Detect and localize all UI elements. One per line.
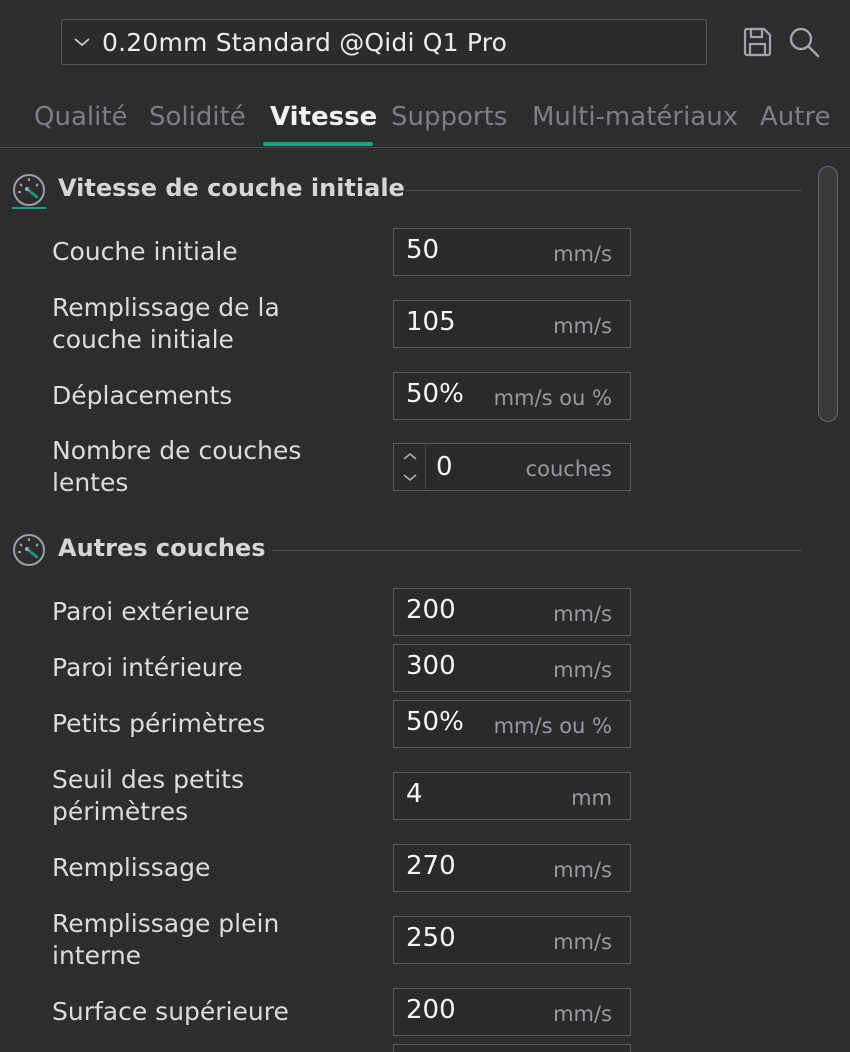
tab-bar: Qualité Solidité Vitesse Supports Multi-… [0, 96, 850, 148]
input-value[interactable]: 50% [406, 379, 464, 409]
search-icon[interactable] [786, 24, 822, 60]
top-bar: 0.20mm Standard @Qidi Q1 Pro Qualité Sol… [0, 0, 850, 148]
setting-input[interactable]: 50% mm/s ou % [393, 372, 631, 420]
setting-label: Remplissage [52, 853, 211, 882]
input-value[interactable]: 200 [406, 595, 456, 625]
setting-label: Paroi extérieure [52, 597, 250, 626]
section-title: Autres couches [58, 534, 266, 562]
setting-label: Remplissage plein interne [52, 909, 280, 970]
input-unit: couches [525, 457, 612, 481]
input-unit: mm/s [553, 658, 612, 682]
tab-solidite[interactable]: Solidité [149, 102, 246, 132]
setting-label: Déplacements [52, 381, 233, 410]
setting-input[interactable]: 250 mm/s [393, 916, 631, 964]
tab-vitesse[interactable]: Vitesse [270, 102, 377, 132]
tab-supports[interactable]: Supports [391, 102, 507, 132]
setting-input[interactable]: 200 mm/s [393, 988, 631, 1036]
setting-label: Surface supérieure [52, 997, 289, 1026]
section-divider [272, 550, 802, 551]
spinner [395, 445, 426, 489]
input-value[interactable]: 105 [406, 307, 456, 337]
setting-input[interactable]: 200 mm/s [393, 588, 631, 636]
section-title: Vitesse de couche initiale [58, 174, 405, 202]
setting-input[interactable]: 50 mm/s [393, 228, 631, 276]
preset-name: 0.20mm Standard @Qidi Q1 Pro [102, 27, 508, 57]
input-unit: mm/s [553, 314, 612, 338]
setting-label: Remplissage de la couche initiale [52, 293, 280, 354]
section-divider [406, 190, 802, 191]
input-value[interactable]: 250 [406, 923, 456, 953]
setting-input[interactable]: 50% mm/s ou % [393, 700, 631, 748]
input-value[interactable]: 50 [406, 235, 439, 265]
tab-multi-materiaux[interactable]: Multi-matériaux [532, 102, 738, 132]
input-value[interactable]: 4 [406, 779, 423, 809]
setting-label: Paroi intérieure [52, 653, 243, 682]
input-value[interactable]: 270 [406, 851, 456, 881]
preset-dropdown[interactable]: 0.20mm Standard @Qidi Q1 Pro [61, 19, 707, 65]
section-header-other-layers: Autres couches [0, 530, 812, 570]
setting-input[interactable]: 4 mm [393, 772, 631, 820]
setting-label: Nombre de couches lentes [52, 436, 302, 497]
chevron-down-icon[interactable] [62, 36, 102, 48]
input-unit: mm/s [553, 602, 612, 626]
scrollbar-thumb[interactable] [818, 166, 838, 422]
section-header-initial-layer: Vitesse de couche initiale [0, 170, 812, 210]
setting-label: Seuil des petits périmètres [52, 765, 244, 826]
setting-input[interactable] [393, 1044, 631, 1052]
input-value[interactable]: 300 [406, 651, 456, 681]
input-unit: mm [571, 786, 612, 810]
tab-qualite[interactable]: Qualité [34, 102, 128, 132]
setting-label: Petits périmètres [52, 709, 266, 738]
input-value[interactable]: 50% [406, 707, 464, 737]
setting-spinbox[interactable]: 0 couches [393, 443, 631, 491]
setting-label: Couche initiale [52, 237, 238, 266]
setting-input[interactable]: 300 mm/s [393, 644, 631, 692]
input-unit: mm/s [553, 858, 612, 882]
speedometer-icon [11, 173, 47, 209]
settings-panel: Vitesse de couche initiale Couche initia… [0, 148, 812, 1052]
input-unit: mm/s [553, 242, 612, 266]
tab-autre[interactable]: Autre [760, 102, 831, 132]
chevron-up-icon[interactable] [395, 445, 425, 467]
setting-input[interactable]: 105 mm/s [393, 300, 631, 348]
scrollbar[interactable] [812, 148, 850, 1052]
input-unit: mm/s ou % [493, 386, 612, 410]
input-unit: mm/s ou % [493, 714, 612, 738]
save-icon[interactable] [739, 24, 775, 60]
input-unit: mm/s [553, 1002, 612, 1026]
setting-input[interactable]: 270 mm/s [393, 844, 631, 892]
input-value[interactable]: 0 [436, 452, 453, 482]
input-value[interactable]: 200 [406, 995, 456, 1025]
input-unit: mm/s [553, 930, 612, 954]
chevron-down-icon[interactable] [395, 467, 425, 489]
active-tab-indicator [263, 142, 373, 146]
speedometer-icon [11, 533, 47, 569]
